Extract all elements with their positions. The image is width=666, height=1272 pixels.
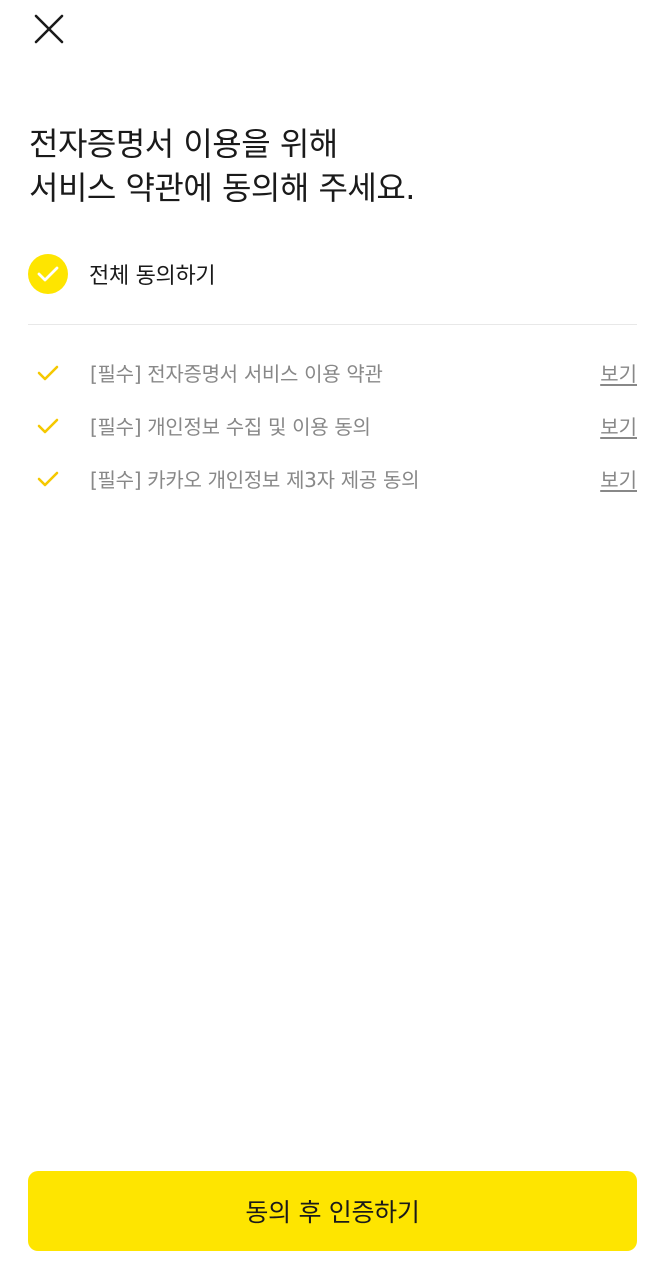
page-title-line-1: 전자증명서 이용을 위해 <box>29 125 338 163</box>
view-link[interactable]: 보기 <box>600 358 637 387</box>
agree-all-label: 전체 동의하기 <box>89 264 216 289</box>
term-item-privacy-collection[interactable]: [필수] 개인정보 수집 및 이용 동의 보기 <box>28 399 637 452</box>
check-circle-icon <box>28 254 68 294</box>
agree-and-verify-button[interactable]: 동의 후 인증하기 <box>28 1171 637 1251</box>
term-label: [필수] 카카오 개인정보 제3자 제공 동의 <box>90 468 420 492</box>
terms-list: [필수] 전자증명서 서비스 이용 약관 보기 [필수] 개인정보 수집 및 이… <box>28 346 637 505</box>
divider <box>28 324 637 325</box>
agree-all-checkbox[interactable]: 전체 동의하기 <box>28 252 216 296</box>
term-label: [필수] 개인정보 수집 및 이용 동의 <box>90 415 371 439</box>
term-label: [필수] 전자증명서 서비스 이용 약관 <box>90 362 383 386</box>
view-link[interactable]: 보기 <box>600 464 637 493</box>
page-title-line-2: 서비스 약관에 동의해 주세요. <box>29 169 415 207</box>
view-link[interactable]: 보기 <box>600 411 637 440</box>
term-item-third-party[interactable]: [필수] 카카오 개인정보 제3자 제공 동의 보기 <box>28 452 637 505</box>
term-item-service-terms[interactable]: [필수] 전자증명서 서비스 이용 약관 보기 <box>28 346 637 399</box>
check-icon <box>28 365 68 381</box>
close-icon <box>34 14 64 44</box>
close-button[interactable] <box>28 8 70 50</box>
check-icon <box>28 471 68 487</box>
page-title: 전자증명서 이용을 위해 서비스 약관에 동의해 주세요. <box>29 122 639 210</box>
check-icon <box>28 418 68 434</box>
